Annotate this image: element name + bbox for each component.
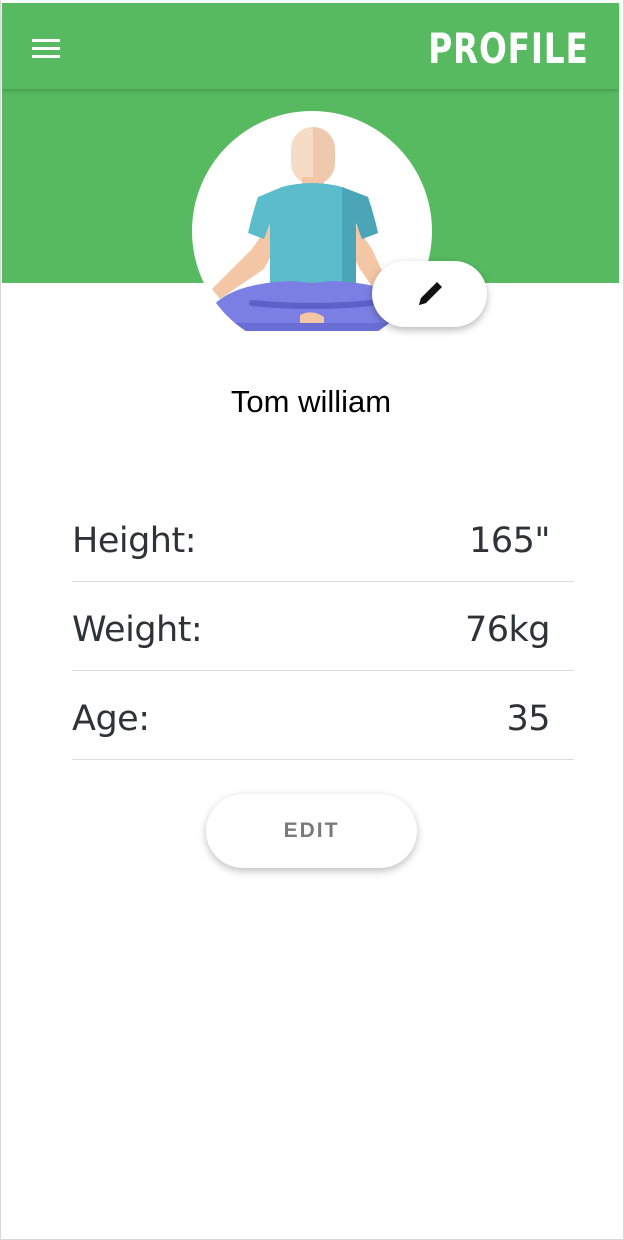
stat-value-age: 35 — [506, 699, 550, 739]
pencil-icon — [418, 282, 442, 305]
profile-screen: PROFILE Tom william Height: 165" Weight:… — [0, 0, 624, 1240]
menu-button[interactable] — [24, 29, 68, 69]
edit-button[interactable]: EDIT — [206, 794, 417, 868]
hamburger-menu-icon — [32, 39, 60, 58]
stat-value-height: 165" — [469, 521, 550, 561]
edit-photo-button[interactable] — [372, 261, 487, 327]
app-bar: PROFILE — [2, 3, 619, 89]
stat-row-weight: Weight: 76kg — [72, 582, 574, 671]
stat-row-age: Age: 35 — [72, 671, 574, 760]
stat-label-weight: Weight: — [72, 610, 203, 650]
stat-label-age: Age: — [72, 699, 150, 739]
stat-value-weight: 76kg — [464, 610, 551, 650]
user-name: Tom william — [230, 384, 392, 419]
stats-list: Height: 165" Weight: 76kg Age: 35 — [72, 493, 574, 760]
page-title: PROFILE — [428, 24, 589, 73]
stat-row-height: Height: 165" — [72, 493, 574, 582]
stat-label-height: Height: — [72, 521, 197, 561]
